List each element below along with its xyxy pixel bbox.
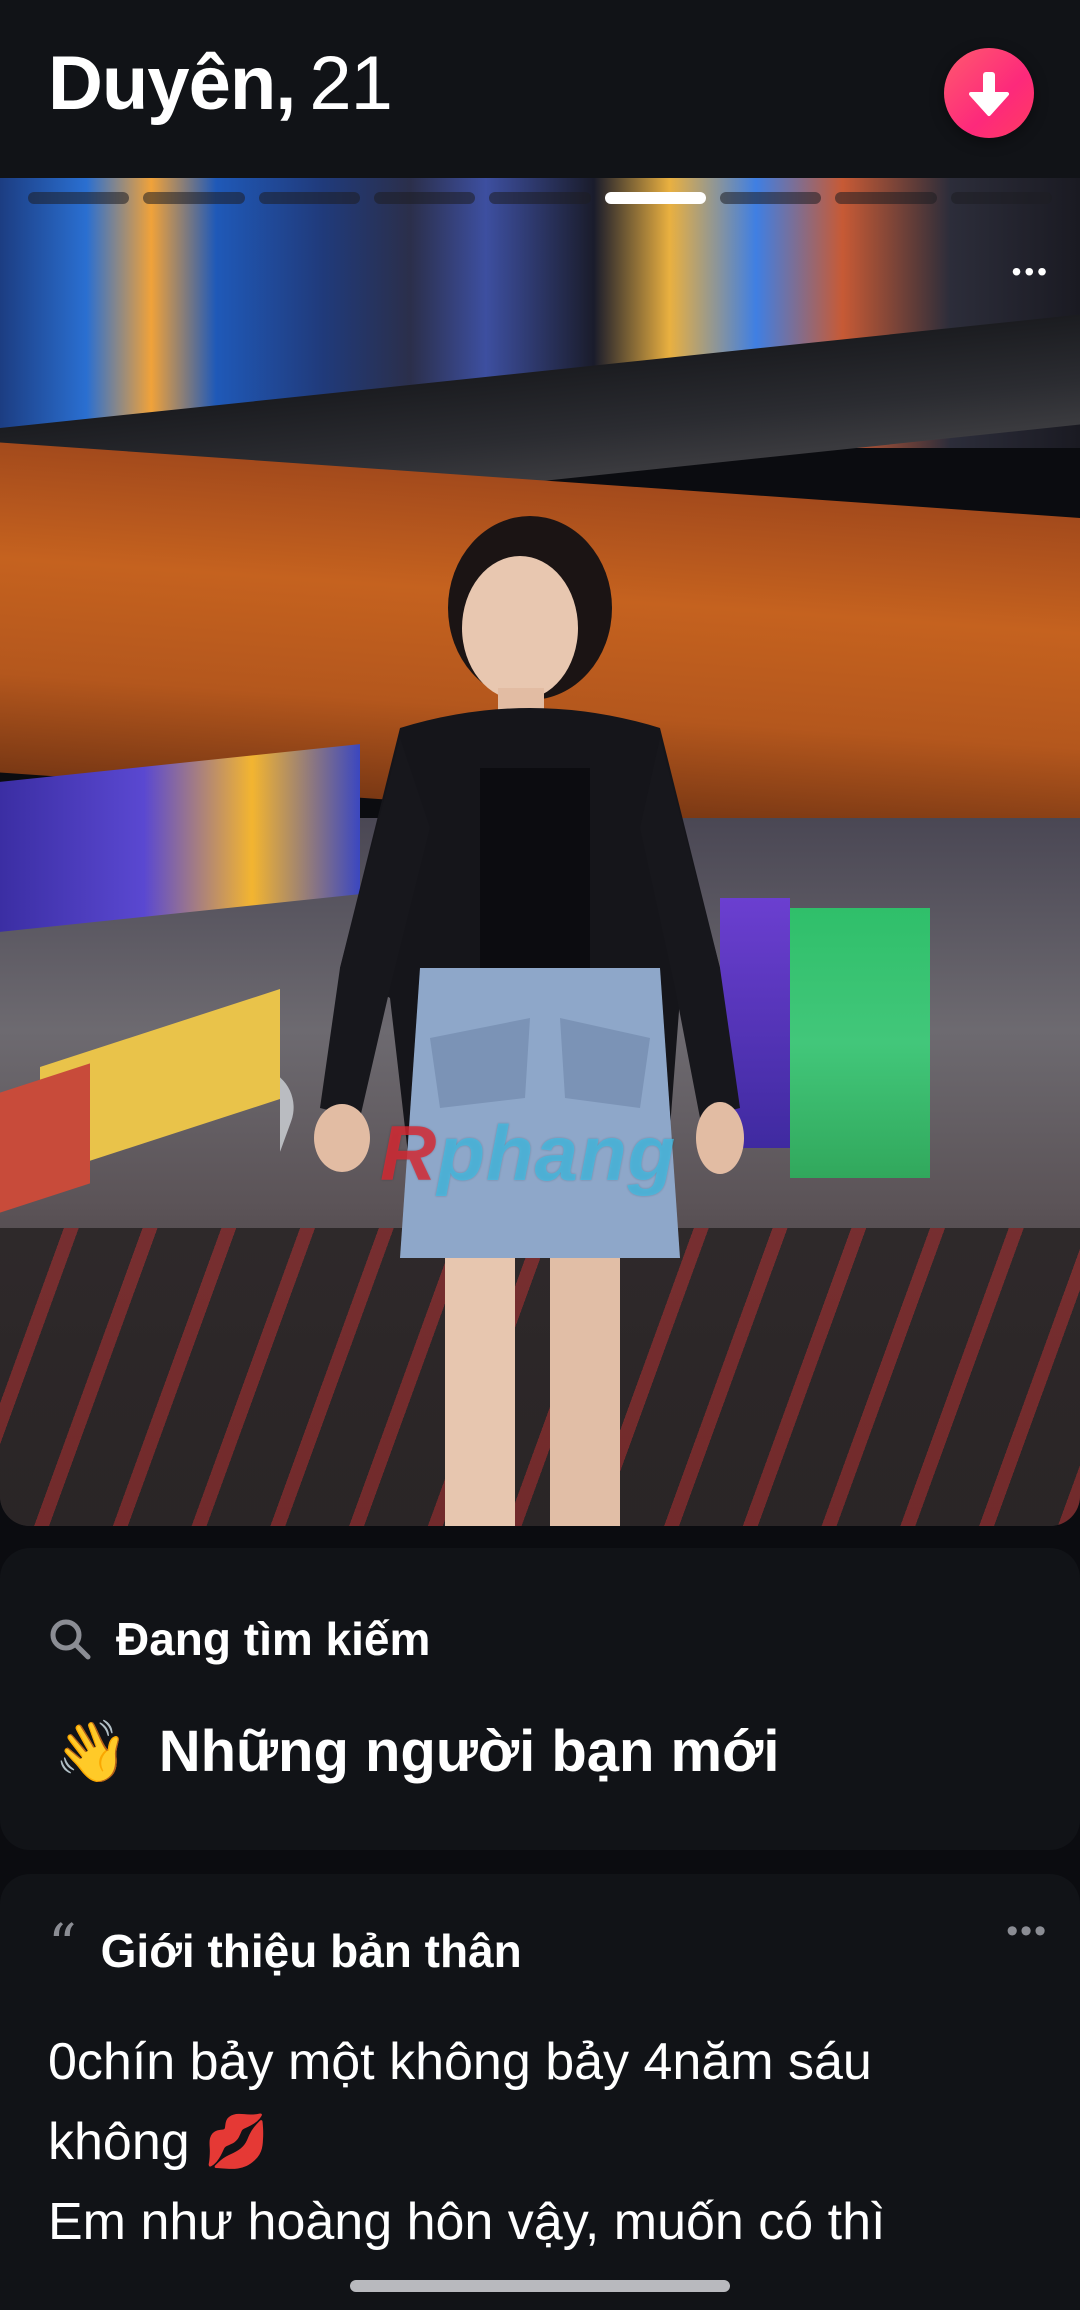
- photo-progress-segment: [373, 192, 476, 204]
- about-me-line: Em như hoàng hôn vậy, muốn có thì: [48, 2193, 886, 2251]
- photo-progress-segment: [489, 192, 591, 204]
- about-me-header: “ Giới thiệu bản thân: [48, 1913, 522, 1978]
- person-figure: [280, 516, 744, 1526]
- about-me-text: 0chín bảy một không bảy 4năm sáu không 💋…: [48, 2022, 1038, 2262]
- collapse-profile-button[interactable]: [944, 48, 1034, 138]
- photo-progress-segment-active: [604, 192, 706, 204]
- about-me-line: 0chín bảy một không bảy 4năm sáu: [48, 2033, 872, 2091]
- photo-watermark: Rphang: [380, 1109, 677, 1197]
- photo-bg-poster-green: [790, 908, 930, 1178]
- profile-header: Duyên, 21: [0, 0, 1080, 178]
- looking-for-value: Những người bạn mới: [158, 1719, 780, 1784]
- about-me-line: không 💋: [48, 2113, 269, 2171]
- waving-hand-icon: 👋: [54, 1718, 129, 1785]
- looking-for-value-row: 👋 Những người bạn mới: [54, 1716, 779, 1787]
- home-indicator[interactable]: [350, 2280, 730, 2292]
- profile-name: Duyên,: [48, 41, 296, 126]
- photo-progress-segment: [719, 192, 822, 204]
- arrow-down-icon: [969, 72, 1009, 116]
- profile-age: 21: [309, 41, 393, 126]
- quote-icon: “: [48, 1913, 77, 1978]
- photo-progress-segment: [950, 192, 1052, 204]
- search-icon: [50, 1619, 91, 1660]
- about-me-label: Giới thiệu bản thân: [100, 1925, 522, 1977]
- profile-photo[interactable]: ••• Rphang: [0, 178, 1080, 1526]
- photo-progress-segment: [143, 192, 245, 204]
- looking-for-header: Đang tìm kiếm: [48, 1612, 430, 1666]
- profile-name-age: Duyên, 21: [48, 40, 393, 127]
- photo-progress-indicator: [28, 192, 1052, 204]
- looking-for-label: Đang tìm kiếm: [116, 1613, 431, 1665]
- photo-progress-segment: [835, 192, 937, 204]
- photo-progress-segment: [28, 192, 130, 204]
- photo-progress-segment: [258, 192, 360, 204]
- about-more-icon[interactable]: •••: [1006, 1912, 1048, 1951]
- photo-more-icon[interactable]: •••: [1012, 256, 1050, 288]
- looking-for-card: [0, 1548, 1080, 1850]
